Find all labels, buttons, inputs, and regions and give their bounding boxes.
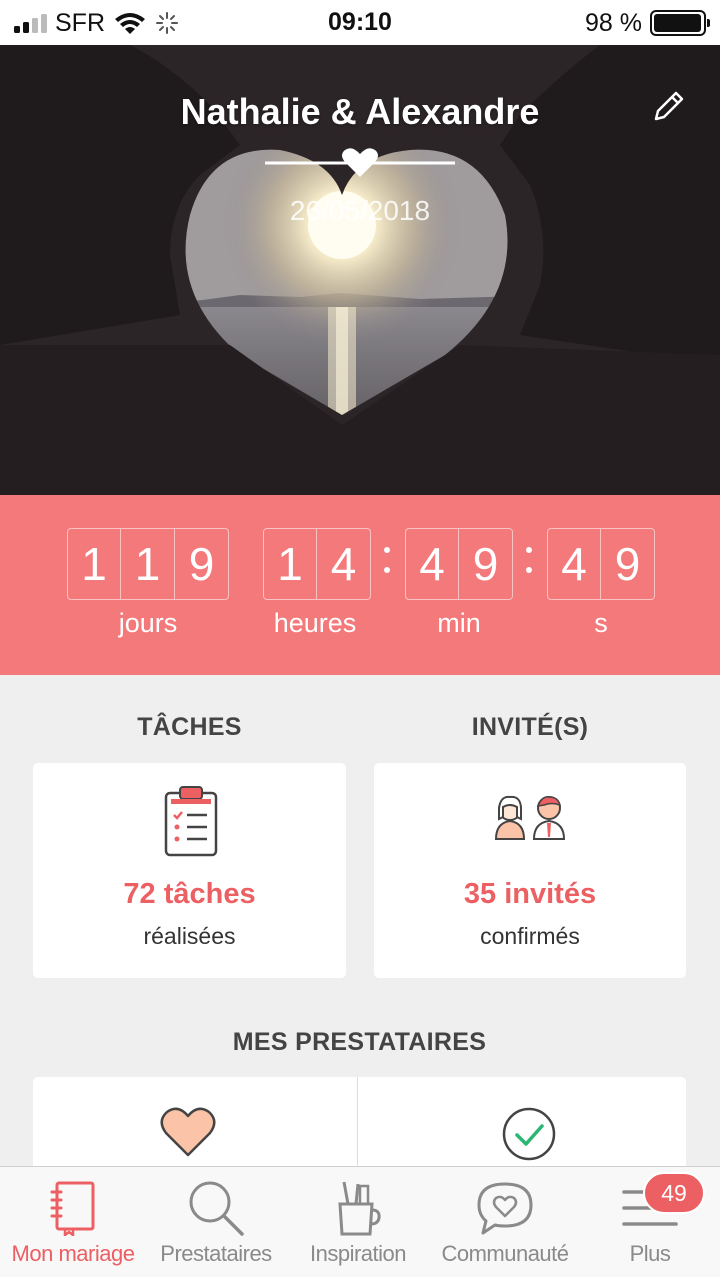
hero-photo[interactable]: Nathalie & Alexandre 26/05/2018 (0, 45, 720, 495)
battery-icon (650, 10, 710, 36)
status-bar: SFR 09:10 98 % (0, 0, 720, 45)
notification-badge: 49 (643, 1172, 705, 1214)
seconds-label: s (594, 608, 608, 638)
minutes-digit: 9 (459, 528, 513, 600)
tab-label: Prestataires (160, 1241, 272, 1266)
countdown-seconds: 4 9 (547, 528, 655, 600)
tab-label: Plus (629, 1241, 671, 1266)
hours-digit: 4 (317, 528, 371, 600)
countdown-hours: 1 4 (263, 528, 371, 600)
couple-icon (494, 795, 566, 840)
days-digit: 9 (175, 528, 229, 600)
colon-separator (382, 545, 392, 575)
chat-heart-icon (477, 1182, 533, 1235)
days-digit: 1 (67, 528, 121, 600)
days-digit: 1 (121, 528, 175, 600)
couple-names: Nathalie & Alexandre (180, 91, 540, 132)
guests-card[interactable]: 35 invités confirmés (374, 763, 686, 978)
edit-button[interactable] (646, 85, 690, 129)
pencil-icon (654, 91, 684, 121)
tab-label: Mon mariage (11, 1241, 135, 1266)
countdown-panel: 1 1 9 1 4 4 9 4 9 jours heures min s (0, 495, 720, 675)
tasks-subtitle: réalisées (143, 923, 236, 949)
tab-mon-mariage[interactable]: Mon mariage (0, 1167, 146, 1277)
tasks-card[interactable]: 72 tâches réalisées (33, 763, 346, 978)
colon-separator (524, 545, 534, 575)
minutes-digit: 4 (405, 528, 459, 600)
tab-prestataires[interactable]: Prestataires (146, 1167, 286, 1277)
clipboard-checklist-icon (164, 786, 218, 857)
tab-bar: Mon mariage Prestataires Inspiration Com… (0, 1166, 720, 1277)
seconds-digit: 9 (601, 528, 655, 600)
countdown-days: 1 1 9 (67, 528, 229, 600)
notebook-icon (50, 1181, 95, 1236)
wedding-date: 26/05/2018 (289, 195, 431, 226)
tab-communaute[interactable]: Communauté (430, 1167, 580, 1277)
heart-divider-icon (265, 148, 455, 177)
tools-cup-icon (338, 1181, 381, 1236)
guests-subtitle: confirmés (480, 923, 580, 949)
hours-label: heures (273, 608, 357, 638)
tasks-title: TÂCHES (137, 713, 242, 741)
countdown-minutes: 4 9 (405, 528, 513, 600)
tab-inspiration[interactable]: Inspiration (286, 1167, 430, 1277)
days-label: jours (118, 608, 178, 638)
battery-percentage: 98 % (585, 8, 642, 37)
status-right: 98 % (585, 8, 710, 38)
guests-count: 35 invités (463, 878, 597, 910)
tasks-count: 72 tâches (123, 878, 256, 910)
guests-title: INVITÉ(S) (471, 713, 589, 741)
minutes-label: min (437, 608, 481, 638)
hours-digit: 1 (263, 528, 317, 600)
seconds-digit: 4 (547, 528, 601, 600)
tab-label: Inspiration (309, 1241, 407, 1266)
search-icon (189, 1181, 244, 1236)
tab-label: Communauté (441, 1241, 569, 1266)
checkmark-circle-icon[interactable] (500, 1105, 558, 1163)
vendors-title: MES PRESTATAIRES (232, 1028, 487, 1056)
heart-icon[interactable] (159, 1105, 217, 1159)
